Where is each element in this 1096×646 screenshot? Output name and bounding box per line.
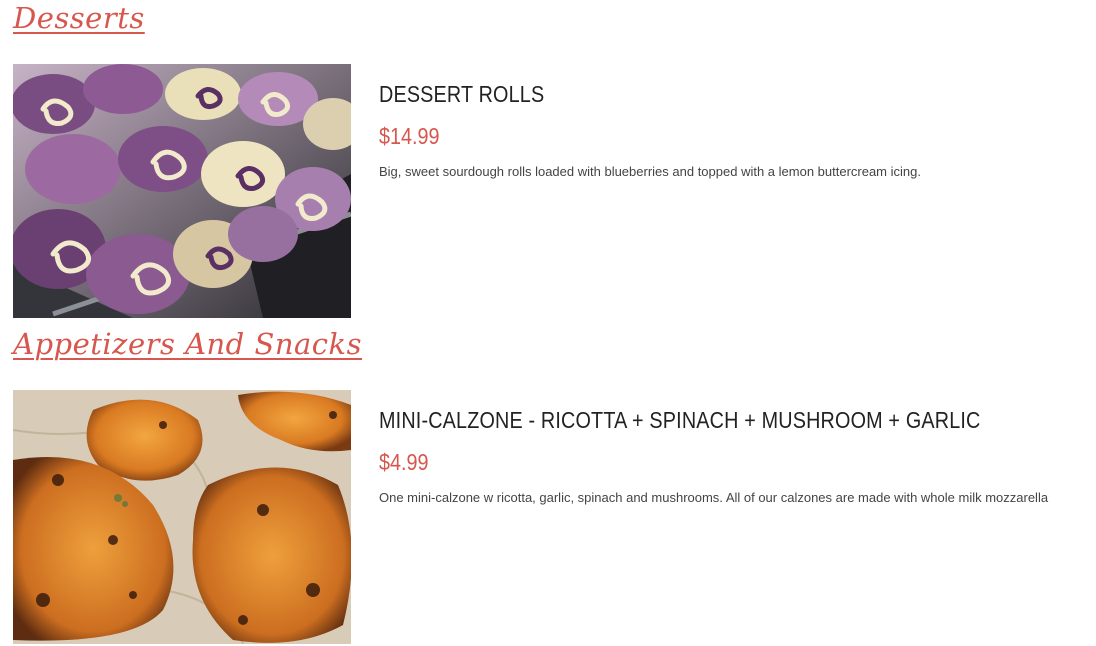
section-title-appetizers-and-snacks[interactable]: Appetizers And Snacks	[13, 326, 362, 362]
item-price: $14.99	[379, 123, 440, 149]
menu-item-mini-calzone[interactable]: MINI-CALZONE - RICOTTA + SPINACH + MUSHR…	[13, 390, 1096, 644]
item-price: $4.99	[379, 449, 429, 475]
item-description: Big, sweet sourdough rolls loaded with b…	[379, 164, 921, 179]
item-description: One mini-calzone w ricotta, garlic, spin…	[379, 490, 1049, 505]
section-appetizers-and-snacks: Appetizers And Snacks MINI-CALZONE - RIC…	[0, 325, 1096, 646]
mini-calzone-photo[interactable]	[13, 390, 351, 644]
item-name[interactable]: MINI-CALZONE - RICOTTA + SPINACH + MUSHR…	[379, 406, 981, 434]
dessert-rolls-photo[interactable]	[13, 64, 351, 318]
menu-item-dessert-rolls[interactable]: DESSERT ROLLS $14.99 Big, sweet sourdoug…	[13, 64, 1096, 318]
section-title-desserts[interactable]: Desserts	[13, 0, 145, 36]
item-name[interactable]: DESSERT ROLLS	[379, 80, 544, 108]
section-desserts: Desserts DESSERT ROLLS $14.99 Big, sweet…	[0, 0, 1096, 325]
